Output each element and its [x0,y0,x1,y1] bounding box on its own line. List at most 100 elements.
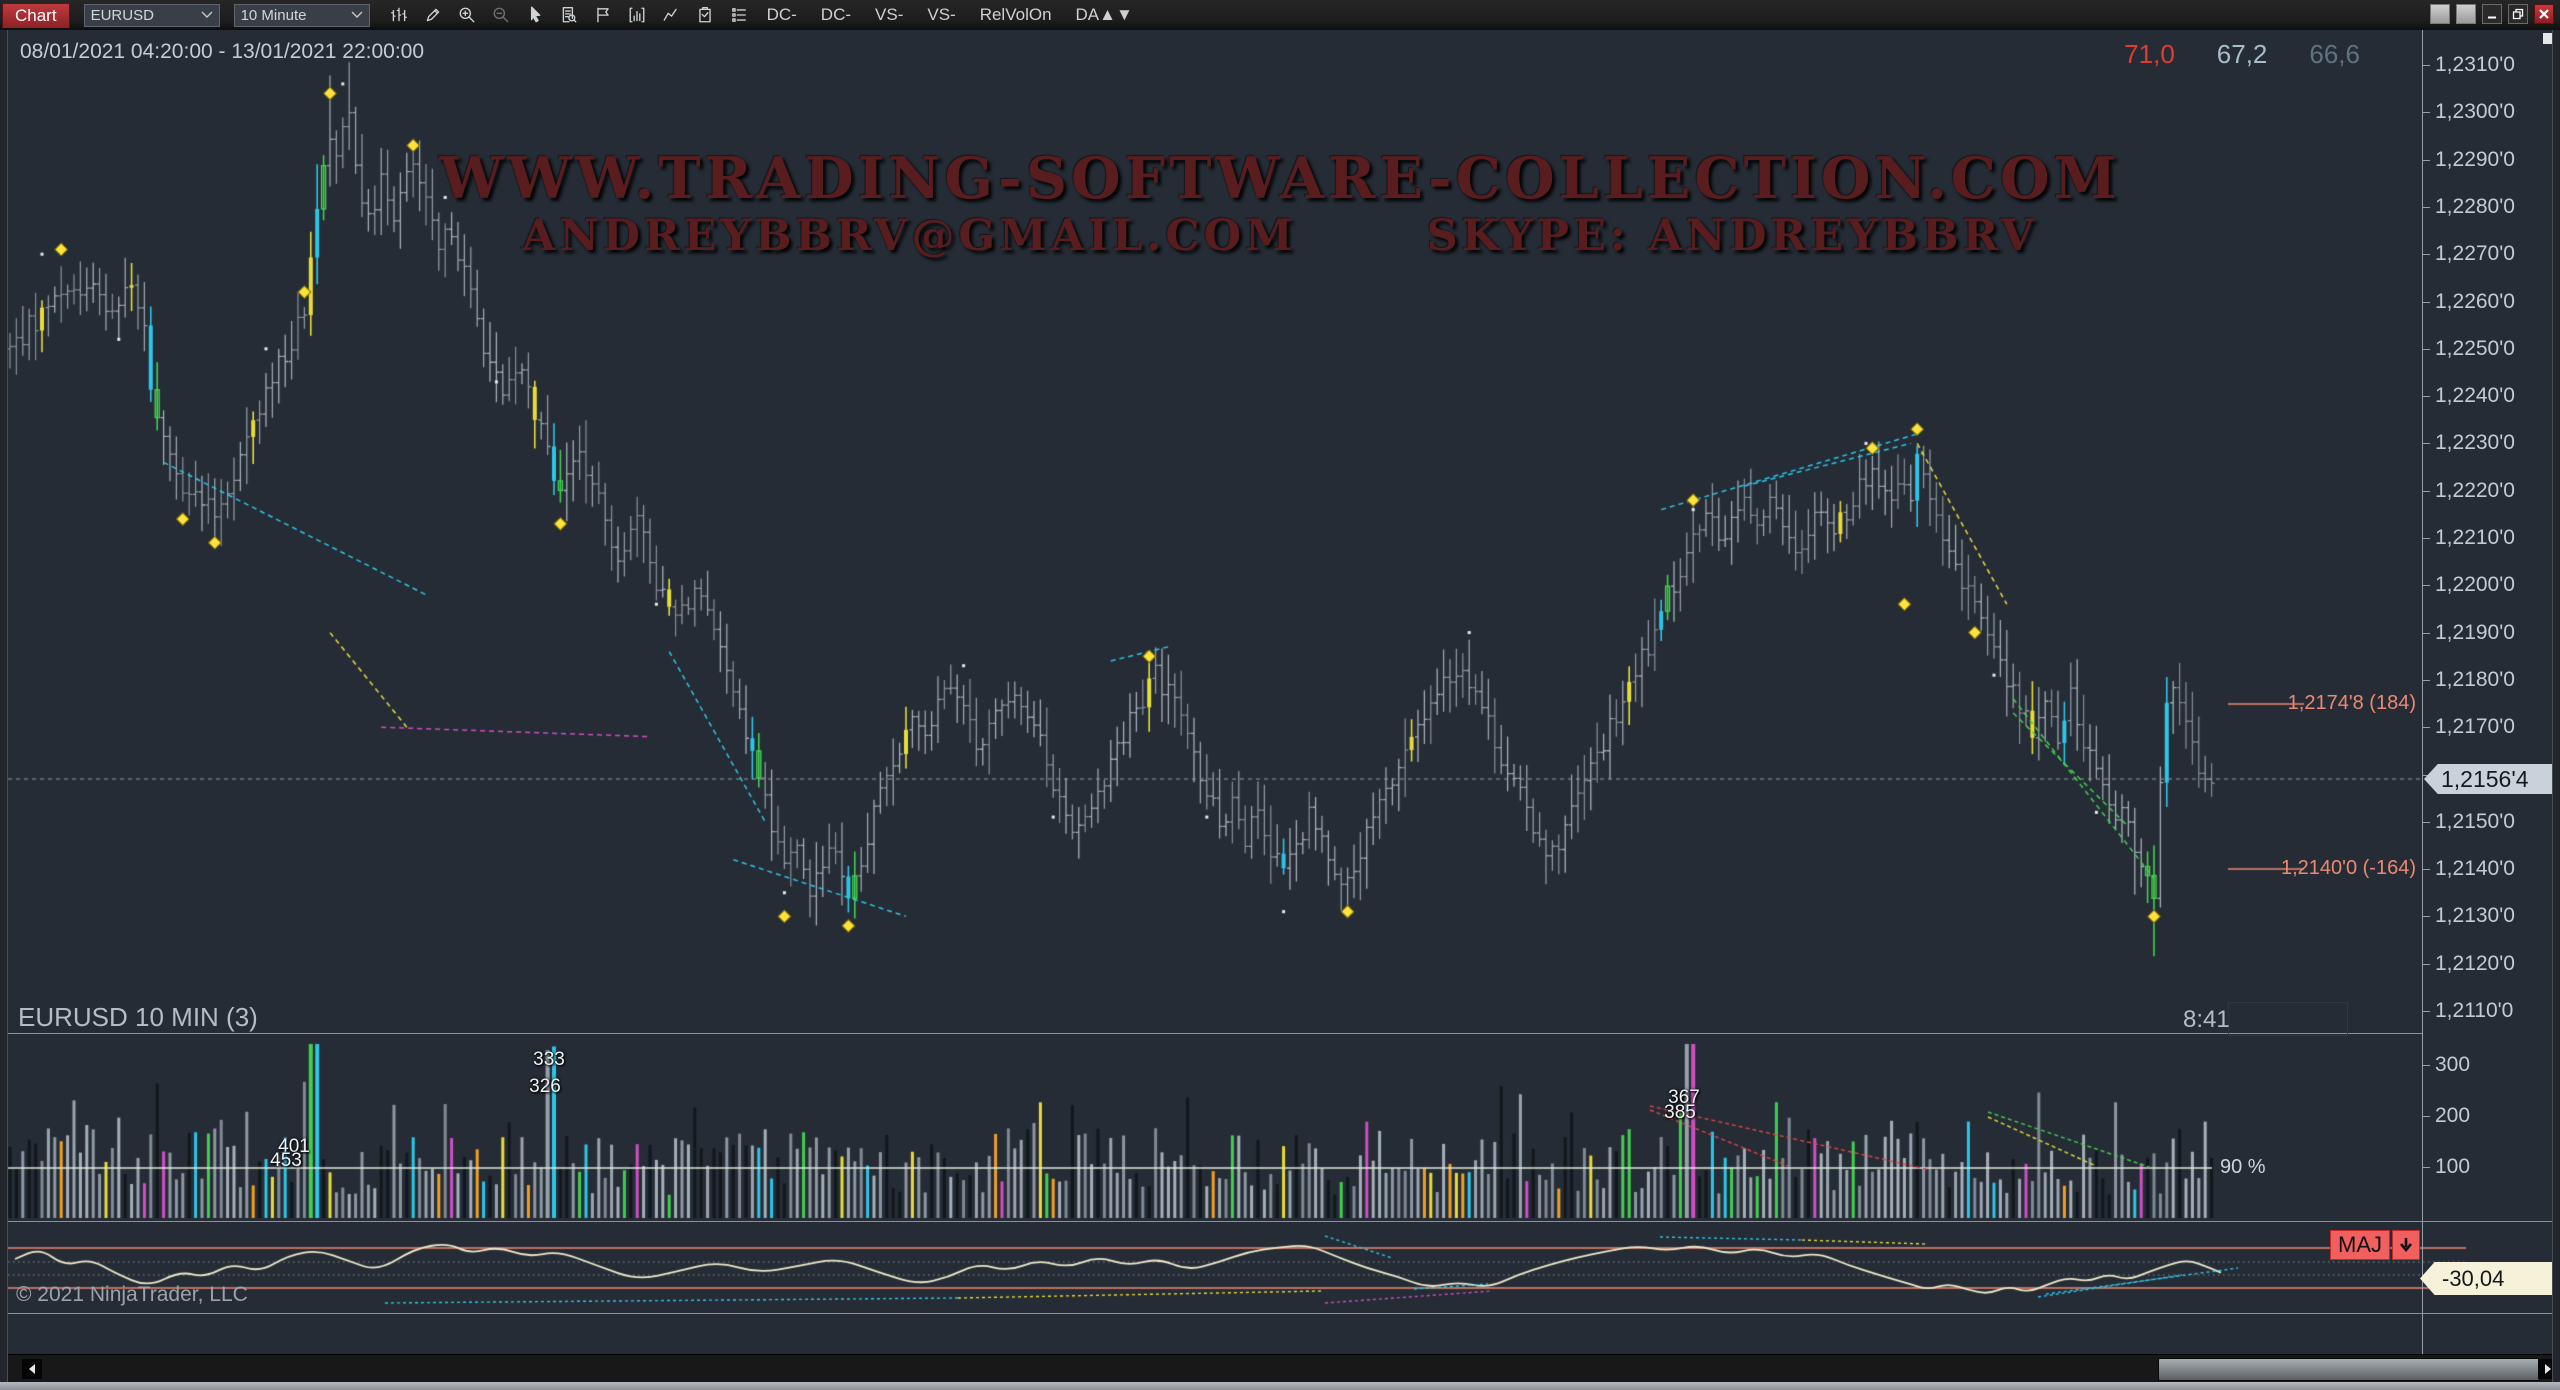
arrow-down-icon[interactable] [2392,1230,2420,1260]
price-level-label-1: 1,2140'0 (-164) [2281,857,2416,880]
interval-select[interactable]: 10 Minute [234,4,370,27]
price-axis-label: 1,2130'0 [2435,904,2515,928]
price-tick [2423,916,2430,917]
zoom-out-icon[interactable] [492,6,511,25]
price-axis-label: 1,2280'0 [2435,195,2515,219]
price-bars-icon[interactable] [390,6,409,25]
data-grid-icon[interactable] [696,6,715,25]
link-button-2[interactable] [2456,4,2476,24]
toolbar-button-vs-3[interactable]: VS- [927,5,955,25]
watermark-line2: ANDREYBBRV@GMAIL.COM SKYPE: ANDREYBBRV [340,210,2220,262]
price-axis[interactable]: 1,2156'4 1,2310'01,2300'01,2290'01,2280'… [2423,30,2560,1313]
watermark-skype: SKYPE: ANDREYBBRV [1427,210,2038,262]
pattern-icon[interactable] [662,6,681,25]
price-tick [2423,491,2430,492]
price-tick [2423,538,2430,539]
pane-divider-volume[interactable] [8,1033,2422,1034]
price-axis-label: 1,2300'0 [2435,100,2515,124]
price-axis-label: 1,2110'0 [2435,999,2513,1023]
zoom-in-icon[interactable] [458,6,477,25]
triangle-left-icon [27,1363,37,1375]
scrollbar-thumb[interactable] [2158,1358,2540,1381]
toolbar-button-dc-1[interactable]: DC- [821,5,851,25]
watermark-line1: WWW.TRADING-SOFTWARE-COLLECTION.COM [340,148,2220,210]
volume-tick [2423,1167,2430,1168]
price-tick [2423,160,2430,161]
price-axis-label: 1,2260'0 [2435,290,2515,314]
price-axis-label: 1,2120'0 [2435,952,2515,976]
price-tick [2423,112,2430,113]
volume-annotation-385: 385 [1664,1102,1696,1124]
window-bottom-edge [0,1382,2560,1390]
window-left-edge [0,30,8,1382]
indicator-values: 71,0 67,2 66,6 [2124,39,2360,70]
link-button-1[interactable] [2430,4,2450,24]
alert-icon[interactable] [594,6,613,25]
price-axis-label: 1,2180'0 [2435,668,2515,692]
price-tick [2423,964,2430,965]
volume-annotation-453: 453 [270,1150,302,1172]
price-tick [2423,349,2430,350]
report-icon[interactable] [560,6,579,25]
toolbar: Chart EURUSD 10 Minute DC- DC- VS- VS- RelVo… [0,0,2560,30]
pane-divider-oscillator[interactable] [0,1221,2560,1222]
oscillator-value-tag: -30,04 [2420,1262,2560,1295]
price-tick [2423,207,2430,208]
chevron-down-icon [201,11,213,19]
price-tick [2423,302,2430,303]
copyright-label: © 2021 NinjaTrader, LLC [16,1283,248,1307]
price-axis-label: 1,2240'0 [2435,384,2515,408]
window-controls [2430,4,2554,24]
volume-axis-label: 200 [2435,1104,2470,1128]
tab-chart[interactable]: Chart [2,3,70,28]
close-button[interactable] [2534,4,2554,24]
scroll-left-button[interactable] [22,1359,42,1379]
price-tick [2423,680,2430,681]
interval-value: 10 Minute [241,7,307,24]
instrument-value: EURUSD [91,7,154,24]
list-icon[interactable] [730,6,749,25]
indicator-value-2: 66,6 [2309,39,2360,70]
price-axis-label: 1,2250'0 [2435,337,2515,361]
time-axis-border [0,1313,2560,1314]
price-axis-label: 1,2170'0 [2435,715,2515,739]
indicator-value-1: 67,2 [2217,39,2268,70]
watermark: WWW.TRADING-SOFTWARE-COLLECTION.COM ANDR… [340,148,2220,262]
price-axis-label: 1,2210'0 [2435,526,2515,550]
volume-axis-label: 300 [2435,1053,2470,1077]
current-price-marker: 1,2156'4 [2424,764,2560,794]
restore-button[interactable] [2508,4,2528,24]
draw-icon[interactable] [424,6,443,25]
volume-axis-label: 100 [2435,1155,2470,1179]
ninjatrader-chart-window: Chart EURUSD 10 Minute DC- DC- VS- VS- RelVo… [0,0,2560,1390]
price-tick [2423,1011,2430,1012]
maj-label: MAJ [2330,1230,2390,1260]
price-tick [2423,254,2430,255]
toolbar-button-relvolon-4[interactable]: RelVolOn [980,5,1052,25]
bar-timer: 8:41 [2183,1006,2230,1034]
watermark-email: ANDREYBBRV@GMAIL.COM [522,210,1297,262]
price-tick [2423,633,2430,634]
toolbar-button-vs-2[interactable]: VS- [875,5,903,25]
maj-indicator-badge[interactable]: MAJ [2330,1230,2420,1260]
indicator-value-0: 71,0 [2124,39,2175,70]
minimize-button[interactable] [2482,4,2502,24]
pane-title: EURUSD 10 MIN (3) [18,1002,258,1033]
cursor-icon[interactable] [526,6,545,25]
price-tick [2423,65,2430,66]
window-right-edge [2552,30,2560,1382]
toolbar-button-da-5[interactable]: DA▲▼ [1076,5,1133,25]
volume-annotation-326: 326 [529,1076,561,1098]
instrument-select[interactable]: EURUSD [84,4,220,27]
volume-tick [2423,1065,2430,1066]
price-axis-label: 1,2190'0 [2435,621,2515,645]
pane-resize-handle[interactable] [2228,1002,2348,1036]
price-axis-label: 1,2220'0 [2435,479,2515,503]
toolbar-button-dc-0[interactable]: DC- [767,5,797,25]
bar-analysis-icon[interactable] [628,6,647,25]
price-tick [2423,443,2430,444]
toolbar-text-buttons: DC- DC- VS- VS- RelVolOn DA▲▼ [767,5,1133,25]
horizontal-scrollbar[interactable] [0,1354,2560,1383]
price-axis-label: 1,2200'0 [2435,573,2515,597]
price-tick [2423,822,2430,823]
